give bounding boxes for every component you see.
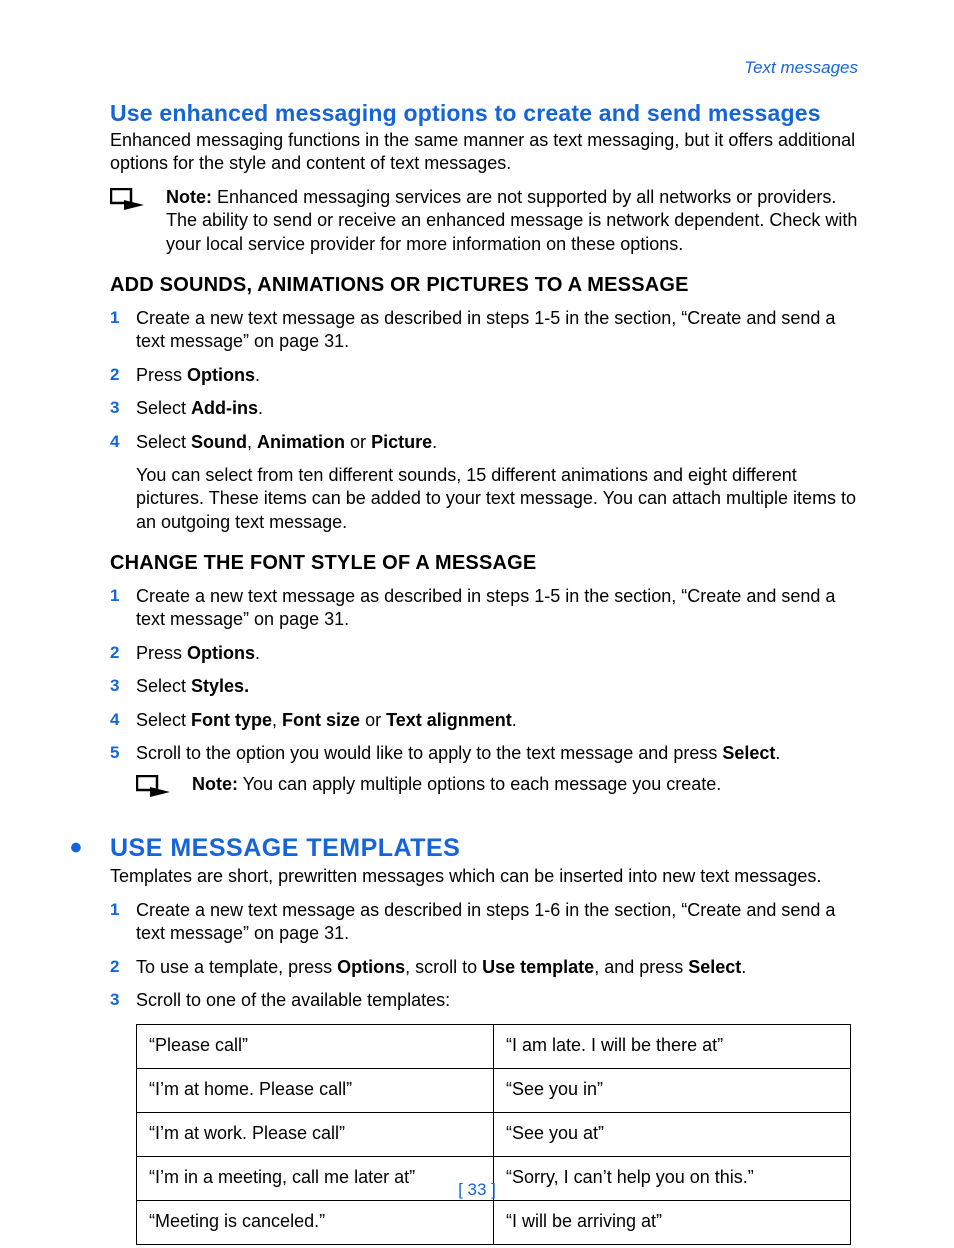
breadcrumb: Text messages bbox=[110, 58, 864, 78]
step-number: 1 bbox=[110, 585, 136, 632]
table-cell: “See you in” bbox=[494, 1069, 851, 1113]
list-item: 3 Select Styles. bbox=[110, 675, 864, 698]
list-item: 2 To use a template, press Options, scro… bbox=[110, 956, 864, 979]
step-number: 3 bbox=[110, 989, 136, 1012]
table-cell: “I will be arriving at” bbox=[494, 1201, 851, 1245]
step-extra-1: You can select from ten different sounds… bbox=[136, 464, 864, 534]
step-number: 3 bbox=[110, 397, 136, 420]
steps-list-2: 1 Create a new text message as described… bbox=[110, 585, 864, 765]
step-number: 4 bbox=[110, 431, 136, 454]
subheading-add-sounds: ADD SOUNDS, ANIMATIONS OR PICTURES TO A … bbox=[110, 274, 864, 297]
step-text: Select Sound, Animation or Picture. bbox=[136, 431, 864, 454]
section-heading-enhanced: Use enhanced messaging options to create… bbox=[110, 100, 864, 127]
steps-list-1: 1 Create a new text message as described… bbox=[110, 307, 864, 454]
step-text: Create a new text message as described i… bbox=[136, 585, 864, 632]
list-item: 4 Select Font type, Font size or Text al… bbox=[110, 709, 864, 732]
step-text: Scroll to the option you would like to a… bbox=[136, 742, 864, 765]
subheading-change-font: CHANGE THE FONT STYLE OF A MESSAGE bbox=[110, 552, 864, 575]
note-text-2: Note: You can apply multiple options to … bbox=[192, 773, 864, 797]
step-number: 5 bbox=[110, 742, 136, 765]
step-text: Select Font type, Font size or Text alig… bbox=[136, 709, 864, 732]
bullet-icon: • bbox=[70, 831, 110, 865]
note-icon bbox=[136, 773, 192, 797]
step-number: 1 bbox=[110, 307, 136, 354]
section-heading-templates: USE MESSAGE TEMPLATES bbox=[110, 834, 460, 863]
step-text: Select Styles. bbox=[136, 675, 864, 698]
table-row: “Meeting is canceled.”“I will be arrivin… bbox=[137, 1201, 851, 1245]
list-item: 1 Create a new text message as described… bbox=[110, 585, 864, 632]
list-item: 1 Create a new text message as described… bbox=[110, 307, 864, 354]
table-row: “I’m at work. Please call”“See you at” bbox=[137, 1113, 851, 1157]
step-number: 4 bbox=[110, 709, 136, 732]
note-text-1: Note: Enhanced messaging services are no… bbox=[166, 186, 864, 256]
templates-table: “Please call”“I am late. I will be there… bbox=[136, 1024, 851, 1245]
list-item: 2 Press Options. bbox=[110, 364, 864, 387]
step-text: Press Options. bbox=[136, 642, 864, 665]
intro-paragraph-1: Enhanced messaging functions in the same… bbox=[110, 129, 864, 176]
list-item: 4 Select Sound, Animation or Picture. bbox=[110, 431, 864, 454]
note-block-1: Note: Enhanced messaging services are no… bbox=[110, 186, 864, 256]
page-number: [ 33 ] bbox=[0, 1180, 954, 1200]
step-number: 2 bbox=[110, 364, 136, 387]
list-item: 3 Select Add-ins. bbox=[110, 397, 864, 420]
note-body: Enhanced messaging services are not supp… bbox=[166, 187, 857, 254]
intro-paragraph-2: Templates are short, prewritten messages… bbox=[110, 865, 864, 888]
table-cell: “Please call” bbox=[137, 1025, 494, 1069]
step-number: 3 bbox=[110, 675, 136, 698]
table-cell: “Meeting is canceled.” bbox=[137, 1201, 494, 1245]
note-label: Note: bbox=[166, 187, 212, 207]
table-row: “I’m at home. Please call”“See you in” bbox=[137, 1069, 851, 1113]
table-cell: “See you at” bbox=[494, 1113, 851, 1157]
step-text: Create a new text message as described i… bbox=[136, 899, 864, 946]
step-number: 1 bbox=[110, 899, 136, 946]
steps-list-3: 1 Create a new text message as described… bbox=[110, 899, 864, 1013]
table-cell: “I’m at work. Please call” bbox=[137, 1113, 494, 1157]
step-number: 2 bbox=[110, 642, 136, 665]
step-text: To use a template, press Options, scroll… bbox=[136, 956, 864, 979]
note-label: Note: bbox=[192, 774, 238, 794]
table-row: “Please call”“I am late. I will be there… bbox=[137, 1025, 851, 1069]
step-text: Select Add-ins. bbox=[136, 397, 864, 420]
table-cell: “I’m at home. Please call” bbox=[137, 1069, 494, 1113]
step-text: Press Options. bbox=[136, 364, 864, 387]
list-item: 5 Scroll to the option you would like to… bbox=[110, 742, 864, 765]
note-block-2: Note: You can apply multiple options to … bbox=[136, 773, 864, 797]
list-item: 1 Create a new text message as described… bbox=[110, 899, 864, 946]
table-cell: “I am late. I will be there at” bbox=[494, 1025, 851, 1069]
step-text: Create a new text message as described i… bbox=[136, 307, 864, 354]
list-item: 3 Scroll to one of the available templat… bbox=[110, 989, 864, 1012]
note-body: You can apply multiple options to each m… bbox=[238, 774, 721, 794]
list-item: 2 Press Options. bbox=[110, 642, 864, 665]
step-number: 2 bbox=[110, 956, 136, 979]
note-icon bbox=[110, 186, 166, 256]
section-heading-templates-row: • USE MESSAGE TEMPLATES bbox=[70, 831, 864, 865]
step-text: Scroll to one of the available templates… bbox=[136, 989, 864, 1012]
